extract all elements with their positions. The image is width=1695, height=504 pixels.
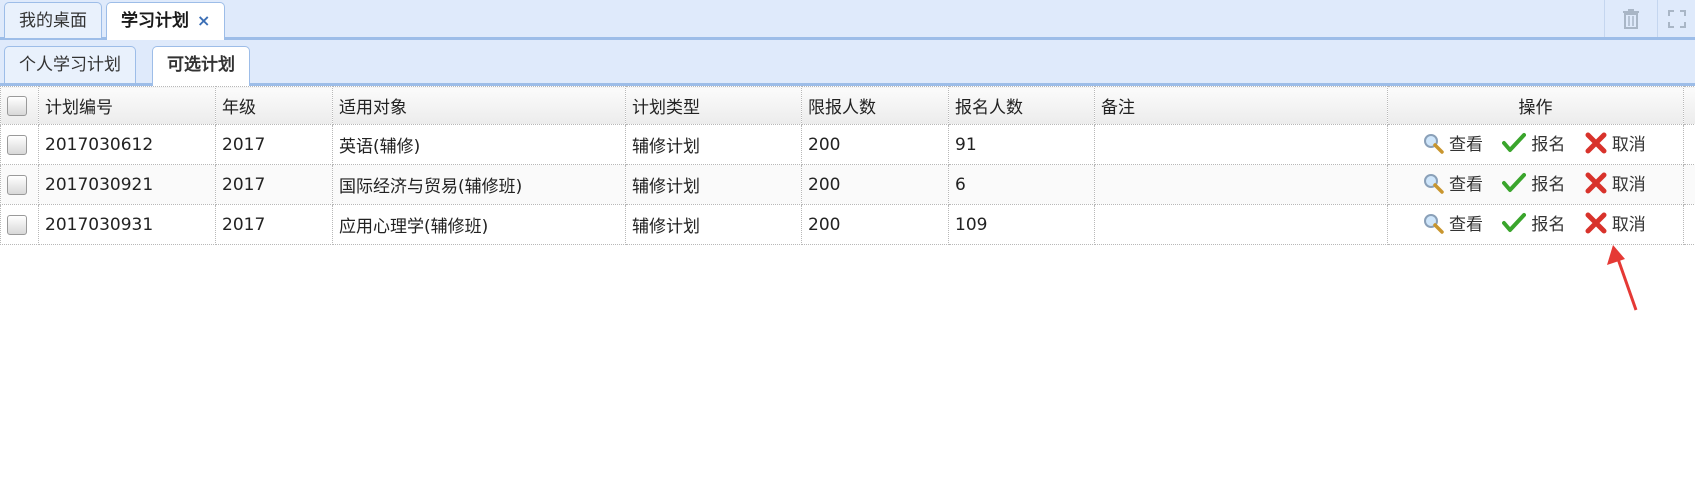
annotation-arrow-icon (1607, 245, 1638, 311)
